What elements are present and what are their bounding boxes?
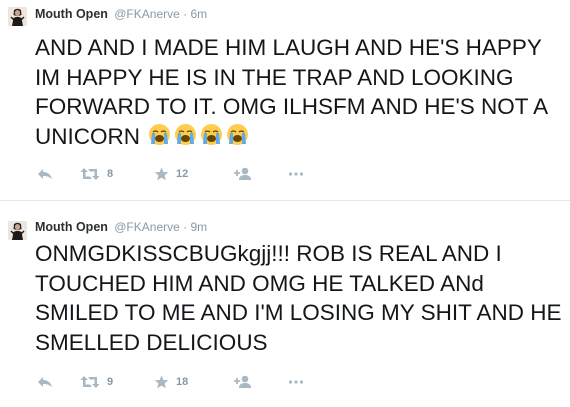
retweet-count: 9 [107, 376, 114, 388]
tweet[interactable]: Mouth Open @FKAnerve · 6m AND AND I MADE… [0, 0, 570, 201]
tweet-text-content: AND AND I MADE HIM LAUGH AND HE'S HAPPY … [35, 35, 547, 149]
tweet[interactable]: Mouth Open @FKAnerve · 9m ONMGDKISSCBUGk… [0, 201, 570, 407]
tweet-text-content: ONMGDKISSCBUGkgjj!!! ROB IS REAL AND I T… [35, 241, 562, 355]
follow-button[interactable] [233, 166, 253, 182]
retweet-button[interactable]: 8 [80, 166, 113, 182]
star-icon [154, 167, 169, 181]
follow-user-icon [233, 375, 253, 389]
author-handle[interactable]: @FKAnerve [114, 7, 180, 21]
reply-icon [37, 375, 53, 389]
retweet-icon [80, 375, 100, 389]
reply-button[interactable] [37, 166, 53, 182]
loudly-crying-face-emoji [200, 123, 223, 146]
author-name[interactable]: Mouth Open [35, 7, 108, 21]
more-dots-icon [288, 379, 304, 385]
reply-button[interactable] [37, 374, 53, 390]
follow-button[interactable] [233, 374, 253, 390]
favorite-button[interactable]: 12 [154, 166, 188, 182]
avatar[interactable] [8, 7, 27, 26]
retweet-count: 8 [107, 168, 114, 180]
header-separator: · [183, 220, 188, 234]
tweet-actions: 9 18 [37, 374, 357, 390]
star-icon [154, 375, 169, 389]
tweet-timestamp[interactable]: 9m [190, 220, 207, 234]
retweet-button[interactable]: 9 [80, 374, 113, 390]
tweet-text: AND AND I MADE HIM LAUGH AND HE'S HAPPY … [35, 33, 565, 153]
more-button[interactable] [288, 374, 304, 390]
tweet-text: ONMGDKISSCBUGkgjj!!! ROB IS REAL AND I T… [35, 239, 565, 357]
tweet-timestamp[interactable]: 6m [190, 7, 207, 21]
follow-user-icon [233, 167, 253, 181]
header-separator: · [183, 7, 188, 21]
more-dots-icon [288, 171, 304, 177]
loudly-crying-face-emoji [226, 123, 249, 146]
loudly-crying-face-emoji [148, 123, 171, 146]
favorite-button[interactable]: 18 [154, 374, 188, 390]
favorite-count: 18 [176, 376, 189, 388]
avatar[interactable] [8, 221, 27, 240]
tweet-header: Mouth Open @FKAnerve · 6m [35, 5, 207, 23]
retweet-icon [80, 167, 100, 181]
emoji-group [148, 123, 252, 154]
loudly-crying-face-emoji [174, 123, 197, 146]
more-button[interactable] [288, 166, 304, 182]
reply-icon [37, 167, 53, 181]
tweet-actions: 8 12 [37, 166, 357, 182]
author-handle[interactable]: @FKAnerve [114, 220, 180, 234]
author-name[interactable]: Mouth Open [35, 220, 108, 234]
tweet-header: Mouth Open @FKAnerve · 9m [35, 218, 207, 236]
favorite-count: 12 [176, 168, 189, 180]
